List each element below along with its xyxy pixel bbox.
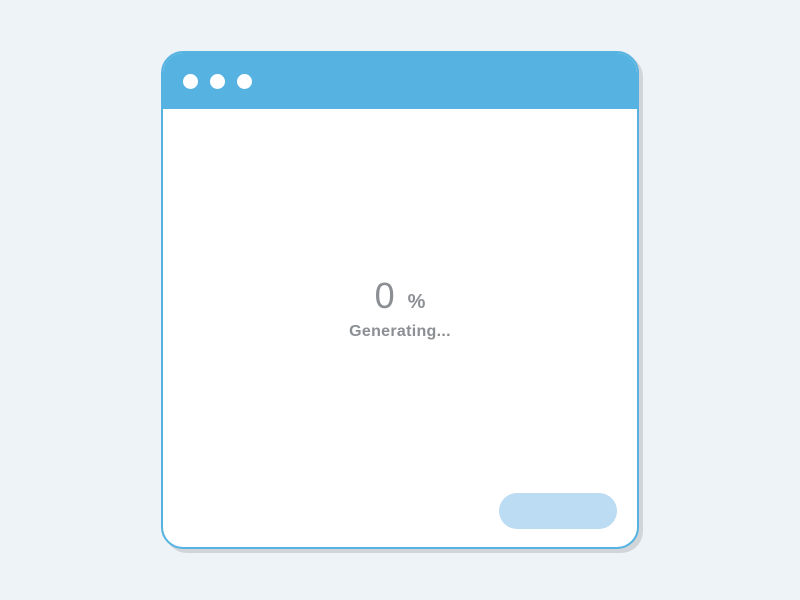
percent-unit: % [408, 291, 426, 314]
content-area: 0 % Generating... [163, 109, 637, 547]
traffic-light-close-icon[interactable] [183, 74, 198, 89]
app-window: 0 % Generating... [161, 51, 639, 549]
titlebar [163, 53, 637, 109]
traffic-light-minimize-icon[interactable] [210, 74, 225, 89]
traffic-light-maximize-icon[interactable] [237, 74, 252, 89]
status-text: Generating... [349, 323, 451, 341]
percent-row: 0 % [349, 275, 451, 317]
action-button[interactable] [499, 493, 617, 529]
percent-value: 0 [375, 275, 396, 317]
progress-display: 0 % Generating... [349, 275, 451, 341]
